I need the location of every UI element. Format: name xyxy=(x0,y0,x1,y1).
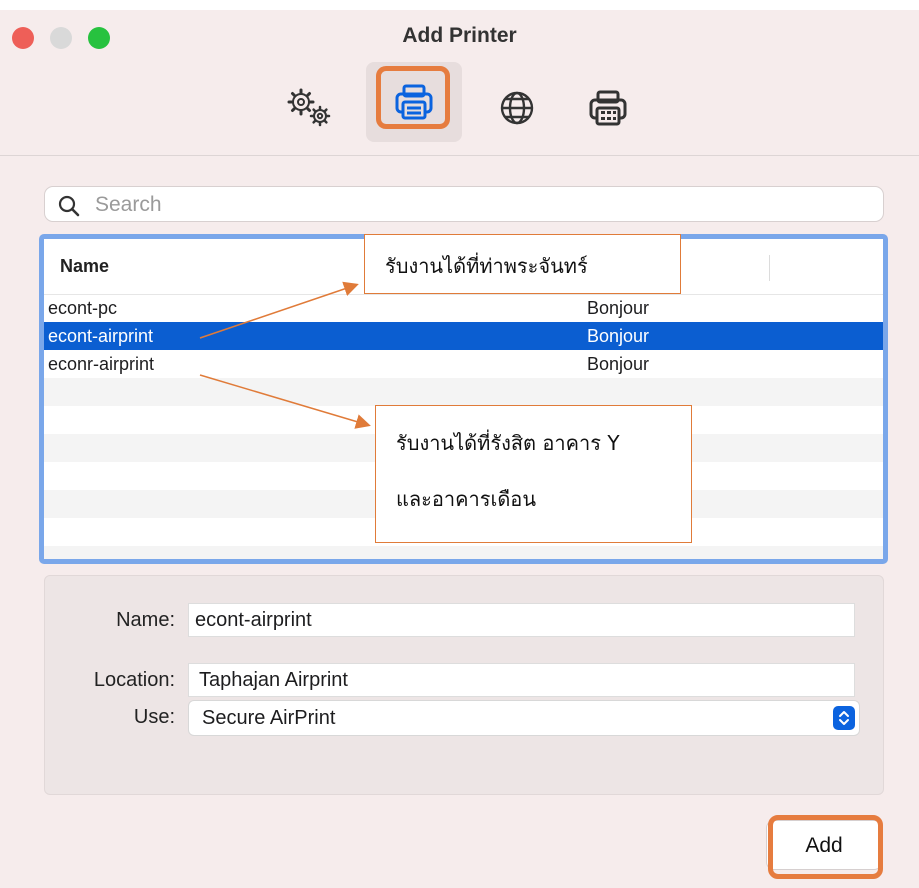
annotation-callout-rangsit: รับงานได้ที่รังสิต อาคาร Y และอาคารเดือน xyxy=(375,405,692,543)
callout-text-line2: และอาคารเดือน xyxy=(396,487,536,511)
callout-text-line1: รับงานได้ที่รังสิต อาคาร Y xyxy=(396,431,620,455)
annotation-callout-tha-prachan: รับงานได้ที่ท่าพระจันทร์ xyxy=(364,234,681,294)
callout-text: รับงานได้ที่ท่าพระจันทร์ xyxy=(385,254,588,278)
